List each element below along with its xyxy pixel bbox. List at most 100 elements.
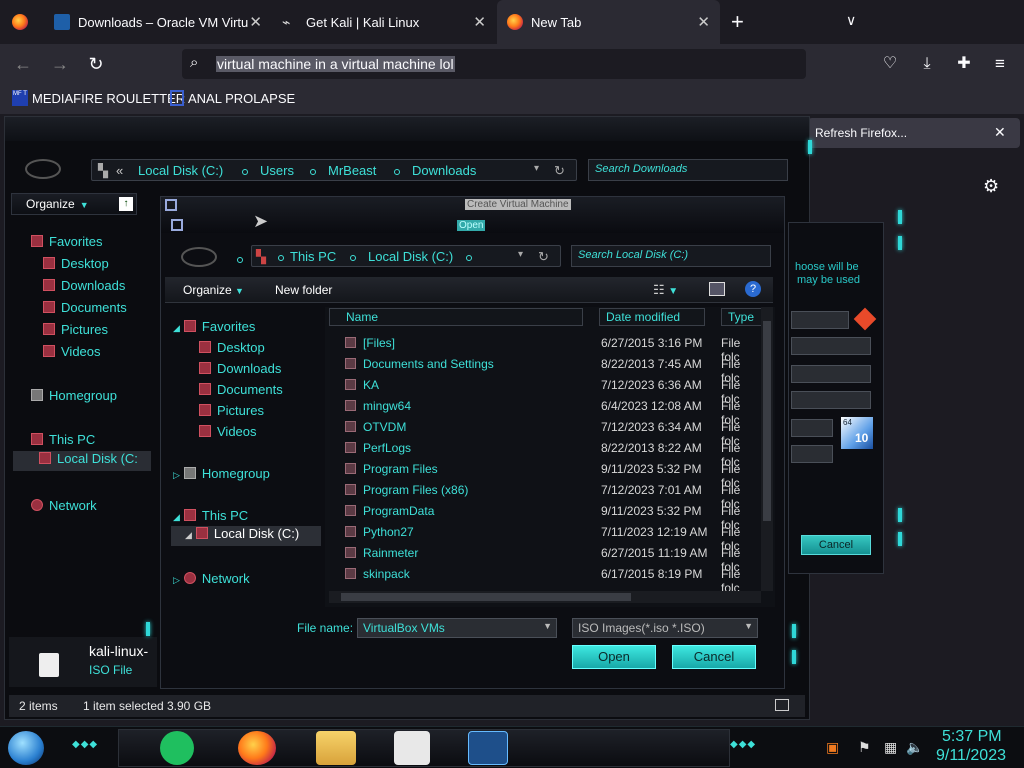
preview-pane-icon[interactable]: ↑ [119, 197, 133, 211]
view-toggle-icon[interactable] [775, 699, 789, 711]
view-options-icon[interactable]: ☷ ▼ [653, 282, 678, 298]
file-explorer-icon[interactable] [316, 731, 356, 765]
file-row[interactable]: Program Files 9/11/2023 5:32 PM File folc [325, 459, 745, 490]
refresh-icon[interactable]: ↻ [554, 163, 565, 179]
crumb-downloads[interactable]: Downloads [412, 163, 476, 178]
nav-this-pc[interactable]: This PC [31, 432, 95, 447]
dialog-back-icon[interactable] [181, 247, 217, 267]
nav-pictures[interactable]: Pictures [43, 322, 108, 337]
organize-menu[interactable]: Organize ▼ [183, 283, 244, 297]
vm-version-combo[interactable] [791, 445, 833, 463]
spotify-icon[interactable] [160, 731, 194, 765]
vm-cancel-button[interactable]: Cancel [801, 535, 871, 555]
chevron-down-icon[interactable]: ▾ [518, 249, 523, 260]
dialog-address-bar[interactable]: ▚ This PC Local Disk (C:) ▾ ↻ [251, 245, 561, 267]
scroll-thumb[interactable] [763, 321, 771, 521]
close-icon[interactable]: ✕ [994, 124, 1006, 141]
nav-local-disk[interactable]: Local Disk (C: [13, 451, 151, 471]
nav-pictures[interactable]: Pictures [199, 403, 264, 418]
back-forward-icon[interactable] [25, 159, 61, 179]
file-name-input[interactable]: VirtualBox VMs ▼ [357, 618, 557, 638]
download-icon[interactable]: ⤓ [914, 52, 940, 78]
new-folder-button[interactable]: New folder [275, 283, 332, 297]
crumb-local-disk[interactable]: Local Disk (C:) [138, 163, 223, 178]
file-row[interactable]: ProgramData 9/11/2023 5:32 PM File folc [325, 501, 745, 532]
close-tab-icon[interactable]: ✕ [249, 13, 262, 31]
vertical-scrollbar[interactable] [761, 307, 773, 591]
menu-icon[interactable]: ≡ [987, 52, 1013, 78]
network-tray-icon[interactable]: ▦ [884, 739, 897, 756]
nav-homegroup[interactable]: Homegroup [31, 388, 117, 403]
back-icon[interactable]: ← [10, 52, 36, 78]
nav-documents[interactable]: Documents [43, 300, 127, 315]
clock-date[interactable]: 9/11/2023 [936, 747, 1006, 765]
file-row[interactable]: Python27 7/11/2023 12:19 AM File folc [325, 522, 745, 553]
nav-homegroup[interactable]: ▷ Homegroup [173, 466, 270, 481]
nav-downloads[interactable]: Downloads [199, 361, 281, 376]
start-button[interactable] [8, 731, 44, 765]
tab-virtualbox-downloads[interactable]: Downloads – Oracle VM VirtualBox ✕ [44, 0, 272, 44]
pocket-icon[interactable]: ♡ [877, 52, 903, 78]
dialog-search-input[interactable]: Search Local Disk (C:) [571, 245, 771, 267]
help-icon[interactable]: ? [745, 281, 761, 297]
vm-iso-combo[interactable] [791, 365, 871, 383]
file-row[interactable]: KA 7/12/2023 6:36 AM File folc [325, 375, 745, 406]
crumb-this-pc[interactable]: This PC [290, 249, 336, 264]
file-row[interactable]: OTVDM 7/12/2023 6:34 AM File folc [325, 417, 745, 448]
volume-icon[interactable]: 🔈 [906, 739, 923, 756]
crumb-users[interactable]: Users [260, 163, 294, 178]
vm-type-combo[interactable] [791, 419, 833, 437]
nav-downloads[interactable]: Downloads [43, 278, 125, 293]
vm-name-input[interactable] [791, 311, 849, 329]
settings-icon[interactable]: ⚙ [983, 176, 999, 197]
list-all-tabs-icon[interactable]: ∨ [846, 12, 856, 29]
column-date-modified[interactable]: Date modified [599, 308, 705, 326]
firefox-taskbar-icon[interactable] [238, 731, 276, 765]
cancel-button[interactable]: Cancel [672, 645, 756, 669]
notepad-icon[interactable] [394, 731, 430, 765]
explorer-address-bar[interactable]: ▚ « Local Disk (C:) Users MrBeast Downlo… [91, 159, 577, 181]
tab-get-kali[interactable]: ⌁ Get Kali | Kali Linux ✕ [272, 0, 496, 44]
virtualbox-taskbar-icon[interactable] [468, 731, 508, 765]
file-row[interactable]: PerfLogs 8/22/2013 8:22 AM File folc [325, 438, 745, 469]
chevron-down-icon[interactable]: ▼ [543, 621, 552, 631]
tab-new-tab[interactable]: New Tab ✕ [497, 0, 720, 44]
flag-icon[interactable]: ⚑ [858, 739, 871, 756]
refresh-icon[interactable]: ↻ [538, 249, 549, 265]
extensions-icon[interactable]: ✚ [951, 52, 977, 78]
file-row[interactable]: [Files] 6/27/2015 3:16 PM File folc [325, 333, 745, 364]
firefox-icon[interactable] [12, 14, 28, 30]
nav-desktop[interactable]: Desktop [199, 340, 265, 355]
file-row[interactable]: Rainmeter 6/27/2015 11:19 AM File folc [325, 543, 745, 574]
close-tab-icon[interactable]: ✕ [473, 13, 486, 31]
reload-icon[interactable]: ↻ [83, 52, 109, 78]
nav-videos[interactable]: Videos [43, 344, 101, 359]
crumb-local-disk[interactable]: Local Disk (C:) [368, 249, 453, 264]
file-type-select[interactable]: ISO Images(*.iso *.ISO) ▼ [572, 618, 758, 638]
url-input-value[interactable]: virtual machine in a virtual machine lol [216, 56, 455, 72]
preview-pane-icon[interactable] [709, 282, 725, 296]
chevron-down-icon[interactable]: ▾ [534, 163, 539, 174]
file-row[interactable]: Documents and Settings 8/22/2013 7:45 AM F… [325, 354, 745, 385]
nav-network[interactable]: ▷ Network [173, 571, 250, 586]
horizontal-scrollbar[interactable] [329, 591, 761, 603]
vm-folder-combo[interactable] [791, 337, 871, 355]
crumb-user[interactable]: MrBeast [328, 163, 376, 178]
refresh-firefox-button[interactable]: Refresh Firefox... [815, 126, 907, 140]
nav-network[interactable]: Network [31, 498, 97, 513]
nav-desktop[interactable]: Desktop [43, 256, 109, 271]
scroll-thumb[interactable] [341, 593, 631, 601]
nav-favorites[interactable]: Favorites [31, 234, 102, 249]
forward-icon[interactable]: → [47, 52, 73, 78]
file-row[interactable]: skinpack 6/17/2015 8:19 PM File folc [325, 564, 745, 595]
url-bar[interactable]: ⌕ virtual machine in a virtual machine l… [182, 49, 806, 79]
bookmark-mediafire[interactable]: MF T MEDIAFIRE ROULETTER [12, 90, 185, 106]
nav-favorites[interactable]: ◢ Favorites [173, 319, 255, 334]
nav-videos[interactable]: Videos [199, 424, 257, 439]
file-row[interactable]: mingw64 6/4/2023 12:08 AM File folc [325, 396, 745, 427]
nav-documents[interactable]: Documents [199, 382, 283, 397]
file-row[interactable]: Program Files (x86) 7/12/2023 7:01 AM File… [325, 480, 745, 511]
bookmark-second[interactable]: ANAL PROLAPSE [170, 90, 295, 106]
open-button[interactable]: Open [572, 645, 656, 669]
nav-this-pc[interactable]: ◢ This PC [173, 508, 248, 523]
